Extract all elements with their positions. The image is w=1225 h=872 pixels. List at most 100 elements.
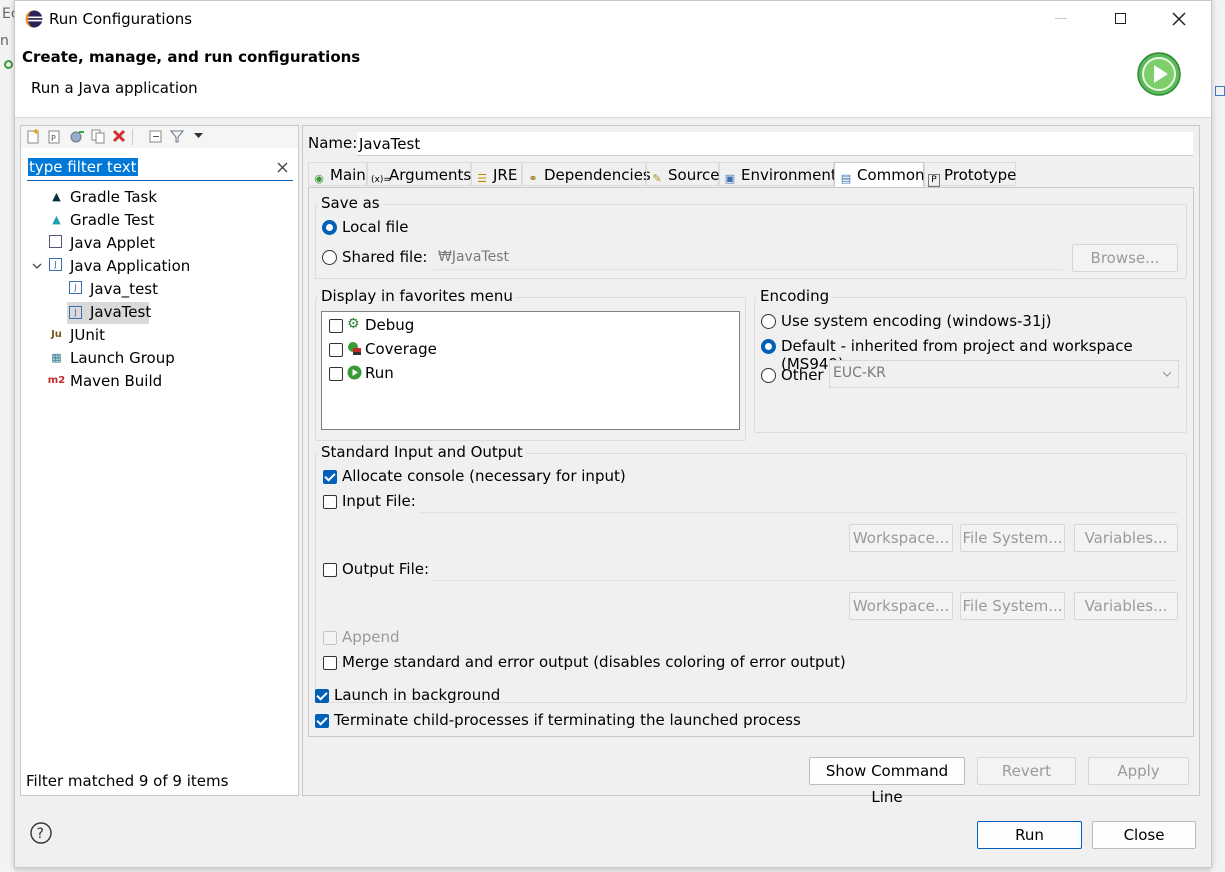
favorite-coverage-label: Coverage (365, 340, 437, 358)
new-config-icon[interactable] (27, 129, 41, 144)
append-label: Append (342, 628, 400, 646)
output-file-checkbox[interactable] (323, 563, 337, 577)
apply-button[interactable]: Apply (1088, 757, 1189, 785)
tab-arguments[interactable]: (x)=Arguments (367, 162, 471, 186)
input-file-checkbox[interactable] (323, 495, 337, 509)
terminate-children-checkbox[interactable] (315, 714, 329, 728)
tree-item-label: JavaTest (90, 303, 152, 321)
environment-tab-icon: ▣ (724, 172, 736, 185)
output-file-input[interactable] (432, 559, 1178, 581)
tree-item-label: Maven Build (70, 372, 163, 390)
show-command-line-button[interactable]: Show Command Line (809, 757, 965, 806)
output-workspace-button[interactable]: Workspace... (849, 592, 953, 620)
other-encoding-value: EUC-KR (833, 365, 886, 381)
new-prototype-icon[interactable]: P (48, 129, 62, 144)
banner-heading: Create, manage, and run configurations (22, 48, 361, 66)
tab-environment[interactable]: ▣ Environment (719, 162, 837, 186)
tab-prototype[interactable]: P Prototype (924, 162, 1017, 187)
favorite-coverage-checkbox[interactable] (329, 343, 343, 357)
collapse-all-icon[interactable] (149, 129, 163, 144)
system-encoding-radio[interactable] (761, 314, 776, 329)
duplicate-config-icon[interactable] (91, 129, 105, 144)
svg-text:?: ? (37, 826, 44, 842)
tab-jre[interactable]: ☰ JRE (471, 162, 522, 186)
arguments-tab-icon: (x)= (371, 175, 391, 185)
tab-label: Dependencies (544, 166, 651, 184)
std-io-label: Standard Input and Output (318, 443, 526, 461)
other-encoding-label: Other (781, 366, 824, 384)
jre-tab-icon: ☰ (477, 172, 487, 185)
tree-item-label: JUnit (70, 326, 105, 344)
configuration-editor: Name: JavaTest ◉ Main (x)=Arguments ☰ JRE … (302, 125, 1200, 806)
tab-label: Prototype (944, 166, 1017, 184)
merge-output-checkbox[interactable] (323, 656, 337, 670)
output-variables-button[interactable]: Variables... (1074, 592, 1178, 620)
maximize-button[interactable] (1115, 13, 1126, 24)
minimize-button[interactable] (1055, 18, 1067, 19)
background-icon (4, 60, 13, 69)
filter-input[interactable]: type filter text (27, 156, 293, 181)
name-label: Name: (308, 134, 358, 152)
name-input[interactable]: JavaTest (357, 132, 1193, 156)
close-window-button[interactable] (1172, 12, 1186, 26)
favorite-debug-checkbox[interactable] (329, 319, 343, 333)
other-encoding-radio[interactable] (761, 368, 776, 383)
prototype-tab-icon: P (928, 174, 940, 187)
view-menu-icon[interactable] (194, 133, 203, 139)
input-file-label: Input File: (342, 492, 416, 510)
input-file-system-button[interactable]: File System... (960, 524, 1065, 552)
filter-icon[interactable] (170, 129, 184, 144)
title-bar: Run Configurations (15, 1, 1211, 37)
config-tabs: ◉ Main (x)=Arguments ☰ JRE ⚭ Dependencies ✎… (308, 162, 1194, 188)
shared-file-radio[interactable] (322, 250, 337, 265)
input-workspace-button[interactable]: Workspace... (849, 524, 953, 552)
revert-button[interactable]: Revert (977, 757, 1076, 785)
input-variables-button[interactable]: Variables... (1074, 524, 1178, 552)
java-app-icon: J (49, 258, 62, 271)
export-config-icon[interactable] (69, 129, 85, 144)
output-file-system-button[interactable]: File System... (960, 592, 1065, 620)
tab-source[interactable]: ✎ Source (646, 162, 720, 186)
tab-common[interactable]: ▤ Common (834, 162, 925, 188)
gradle-icon: ▲ (52, 190, 61, 203)
common-tab-icon: ▤ (840, 172, 852, 185)
maven-icon: m2 (47, 375, 66, 386)
java-config-icon: J (69, 306, 82, 319)
other-encoding-select[interactable]: EUC-KR (829, 360, 1179, 388)
favorite-run-checkbox[interactable] (329, 367, 343, 381)
shared-file-label: Shared file: (342, 248, 428, 266)
filter-status: Filter matched 9 of 9 items (26, 772, 229, 790)
help-icon[interactable]: ? (30, 822, 52, 844)
tree-toolbar: P (21, 126, 298, 148)
name-input-text[interactable]: JavaTest (359, 135, 420, 153)
filter-input-text[interactable]: type filter text (28, 158, 138, 176)
tab-dependencies[interactable]: ⚭ Dependencies (522, 162, 651, 186)
browse-button[interactable]: Browse... (1072, 244, 1178, 272)
input-file-input[interactable] (419, 491, 1178, 513)
default-encoding-radio[interactable] (761, 339, 776, 354)
append-checkbox[interactable] (323, 631, 337, 645)
allocate-console-checkbox[interactable] (323, 470, 337, 484)
background-text: n (0, 33, 9, 49)
window-title: Run Configurations (49, 10, 193, 28)
tree-item-javatest-selected[interactable]: J JavaTest (67, 302, 152, 324)
close-button[interactable]: Close (1092, 821, 1196, 849)
tab-main[interactable]: ◉ Main (308, 162, 367, 186)
delete-config-icon[interactable] (112, 129, 126, 144)
shared-file-input[interactable]: ₩JavaTest (433, 246, 1063, 270)
applet-icon (49, 235, 62, 248)
chevron-down-icon[interactable] (32, 263, 42, 270)
run-button[interactable]: Run (977, 821, 1082, 849)
local-file-radio[interactable] (322, 220, 337, 235)
tree-item-label: Java Application (70, 257, 191, 275)
eclipse-icon (25, 10, 43, 28)
tree-item-label: Gradle Task (70, 188, 158, 206)
svg-text:P: P (51, 134, 56, 143)
clear-filter-icon[interactable] (277, 162, 288, 173)
toolbar-separator (132, 129, 133, 145)
dialog-banner: Create, manage, and run configurations R… (15, 37, 1211, 118)
launch-background-checkbox[interactable] (315, 689, 329, 703)
terminate-children-label: Terminate child-processes if terminating… (334, 711, 801, 729)
background-icon (1215, 86, 1225, 96)
allocate-console-label: Allocate console (necessary for input) (342, 467, 626, 485)
